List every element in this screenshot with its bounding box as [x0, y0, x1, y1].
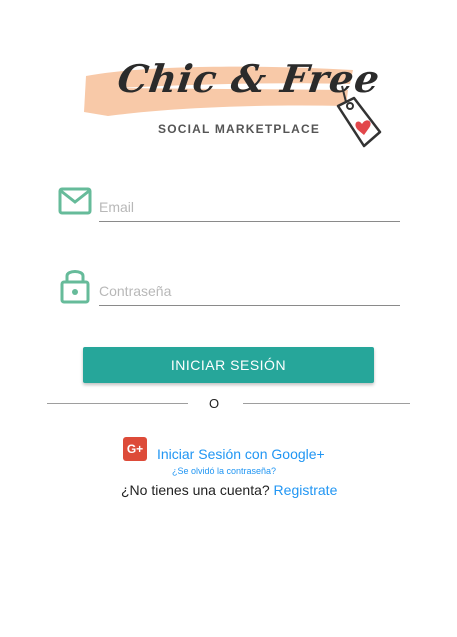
password-input[interactable] [99, 276, 400, 306]
divider-line-left [47, 403, 188, 404]
password-field-group [58, 262, 403, 312]
google-login-link[interactable]: Iniciar Sesión con Google+ [157, 446, 325, 462]
email-field-group [58, 183, 403, 233]
price-tag-heart-icon [336, 85, 382, 148]
envelope-icon [58, 187, 92, 215]
google-plus-icon[interactable]: G+ [123, 437, 147, 461]
signup-prompt: ¿No tienes una cuenta? Registrate [121, 482, 337, 498]
padlock-icon [60, 270, 90, 304]
register-link[interactable]: Registrate [274, 482, 338, 498]
email-input[interactable] [99, 192, 400, 222]
brand-logo: Chic & Free SOCIAL MARKETPLACE [78, 50, 388, 160]
divider-or-text: O [209, 396, 220, 411]
brand-tagline: SOCIAL MARKETPLACE [158, 122, 321, 136]
forgot-password-link[interactable]: ¿Se olvidó la contraseña? [172, 466, 276, 476]
no-account-text: ¿No tienes una cuenta? [121, 482, 270, 498]
divider-line-right [243, 403, 410, 404]
login-button[interactable]: INICIAR SESIÓN [83, 347, 374, 383]
